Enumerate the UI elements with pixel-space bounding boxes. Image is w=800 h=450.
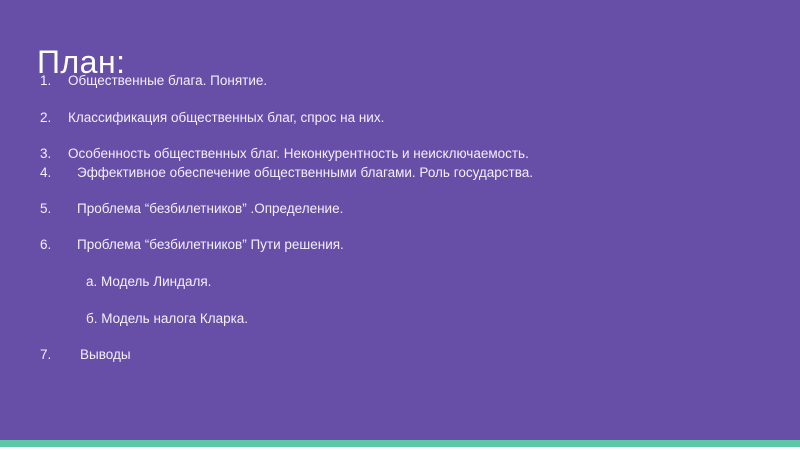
- list-subitem-a: а. Модель Линдаля.: [86, 275, 211, 289]
- slide-title: План:: [37, 44, 126, 80]
- item-text: а. Модель Линдаля.: [86, 274, 212, 289]
- item-text: Проблема “безбилетников” Пути решения.: [77, 237, 344, 252]
- item-number: 3.: [40, 146, 52, 161]
- slide: 1. Общественные блага. Понятие. План: 2. К…: [0, 0, 800, 450]
- list-item-3: 3. Особенность общественных благ. Неконку…: [40, 147, 529, 161]
- item-text: б. Модель налога Кларка.: [86, 311, 249, 326]
- item-number: 6.: [40, 237, 52, 252]
- item-number: 4.: [40, 165, 52, 180]
- list-item-4: 4. Эффективное обеспечение общественными …: [40, 166, 533, 180]
- list-item-7: 7. Выводы: [40, 348, 131, 362]
- item-number: 2.: [40, 110, 52, 125]
- list-item-5: 5. Проблема “безбилетников” .Определение.: [40, 202, 343, 216]
- item-text: Классификация общественных благ, спрос н…: [68, 110, 385, 125]
- item-text: Особенность общественных благ. Неконкуре…: [68, 146, 529, 161]
- accent-bar: [0, 440, 800, 447]
- item-text: Выводы: [80, 347, 131, 362]
- list-subitem-b: б. Модель налога Кларка.: [86, 312, 248, 326]
- item-number: 7.: [40, 347, 52, 362]
- list-item-6: 6. Проблема “безбилетников” Пути решения.: [40, 238, 344, 252]
- item-text: Эффективное обеспечение общественными бл…: [77, 165, 534, 180]
- item-number: 5.: [40, 201, 52, 216]
- list-item-2: 2. Классификация общественных благ, спрос…: [40, 111, 384, 125]
- item-text: Проблема “безбилетников” .Определение.: [77, 201, 344, 216]
